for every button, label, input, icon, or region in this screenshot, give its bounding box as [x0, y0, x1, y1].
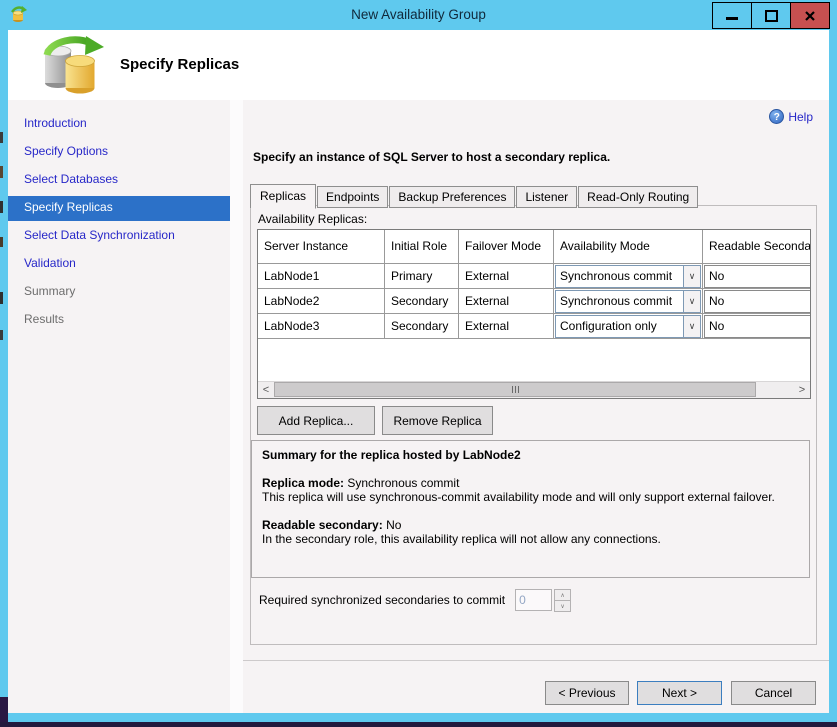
window: New Availability Group	[0, 0, 837, 727]
sidebar-item-specify-options[interactable]: Specify Options	[8, 140, 230, 165]
grid-cell-availability-mode: Synchronous commit ∨	[554, 288, 703, 313]
summary-replica-mode: Replica mode: Synchronous commit This re…	[262, 476, 799, 504]
grid-cell-readable-secondary: No	[703, 263, 810, 288]
tab-listener[interactable]: Listener	[516, 186, 577, 208]
grid-cell-initial-role: Primary	[385, 263, 459, 288]
page-title: Specify Replicas	[120, 56, 239, 73]
title-bar[interactable]: New Availability Group	[0, 0, 837, 30]
readable-secondary-dropdown[interactable]: No	[704, 290, 810, 313]
grid-cell-failover-mode: External	[459, 313, 554, 338]
chevron-down-icon[interactable]: ∨	[683, 316, 700, 337]
desktop-edge	[0, 201, 3, 213]
grid-cell-initial-role: Secondary	[385, 288, 459, 313]
previous-button[interactable]: < Previous	[545, 681, 629, 705]
remove-replica-button[interactable]: Remove Replica	[382, 406, 493, 435]
required-secondaries-input[interactable]: 0	[515, 589, 552, 611]
horizontal-scrollbar[interactable]: < >	[258, 381, 810, 398]
sidebar-item-select-data-synchronization[interactable]: Select Data Synchronization	[8, 224, 230, 249]
replicas-grid: Server Instance Initial Role Failover Mo…	[257, 229, 811, 399]
grid-cell-availability-mode: Configuration only ∨	[554, 313, 703, 338]
chevron-down-icon[interactable]: ∨	[683, 266, 700, 287]
summary-title: Summary for the replica hosted by LabNod…	[262, 448, 799, 462]
column-header-server-instance[interactable]: Server Instance	[258, 230, 385, 263]
column-header-failover-mode[interactable]: Failover Mode	[459, 230, 554, 263]
next-button[interactable]: Next >	[637, 681, 722, 705]
sidebar-item-results: Results	[8, 308, 230, 333]
sidebar-divider	[230, 100, 244, 713]
readable-secondary-dropdown[interactable]: No	[704, 265, 810, 288]
add-replica-button[interactable]: Add Replica...	[257, 406, 375, 435]
availability-mode-dropdown[interactable]: Synchronous commit ∨	[555, 265, 701, 288]
sidebar-item-introduction[interactable]: Introduction	[8, 112, 230, 137]
desktop-edge	[0, 237, 3, 247]
grid-cell-readable-secondary: No	[703, 288, 810, 313]
sidebar-item-validation[interactable]: Validation	[8, 252, 230, 277]
tab-read-only-routing[interactable]: Read-Only Routing	[578, 186, 698, 208]
close-button[interactable]	[790, 3, 829, 28]
availability-mode-dropdown[interactable]: Configuration only ∨	[555, 315, 701, 338]
desktop-edge	[0, 166, 3, 178]
grid-cell-failover-mode: External	[459, 288, 554, 313]
footer-divider	[243, 660, 829, 661]
grid-cell-server-instance: LabNode1	[258, 263, 385, 288]
scrollbar-track[interactable]	[274, 382, 794, 398]
column-header-initial-role[interactable]: Initial Role	[385, 230, 459, 263]
tab-replicas[interactable]: Replicas	[250, 184, 316, 209]
wizard-content: ? Help Specify an instance of SQL Server…	[243, 100, 829, 713]
scrollbar-thumb[interactable]	[274, 382, 756, 397]
desktop-edge	[0, 132, 3, 143]
wizard-header: Specify Replicas	[8, 30, 829, 100]
close-icon	[804, 10, 816, 22]
summary-readable-secondary: Readable secondary: No In the secondary …	[262, 518, 799, 546]
required-secondaries-label: Required synchronized secondaries to com…	[259, 593, 505, 607]
wizard-dialog: Specify Replicas Introduction Specify Op…	[8, 30, 829, 713]
sidebar-item-specify-replicas[interactable]: Specify Replicas	[8, 196, 230, 221]
minimize-icon	[726, 17, 738, 20]
scroll-left-icon[interactable]: <	[258, 382, 274, 398]
window-controls	[712, 2, 830, 29]
grid-cell-failover-mode: External	[459, 263, 554, 288]
instruction-text: Specify an instance of SQL Server to hos…	[253, 150, 610, 164]
availability-replicas-label: Availability Replicas:	[258, 212, 367, 226]
sidebar-item-select-databases[interactable]: Select Databases	[8, 168, 230, 193]
scroll-right-icon[interactable]: >	[794, 382, 810, 398]
tab-backup-preferences[interactable]: Backup Preferences	[389, 186, 515, 208]
required-secondaries-row: Required synchronized secondaries to com…	[259, 589, 571, 611]
grid-cell-availability-mode: Synchronous commit ∨	[554, 263, 703, 288]
desktop-bottom-edge	[0, 722, 837, 727]
cancel-button[interactable]: Cancel	[731, 681, 816, 705]
replica-summary-panel: Summary for the replica hosted by LabNod…	[251, 440, 810, 578]
help-label: Help	[788, 110, 813, 124]
replicas-tab-panel: Availability Replicas: Server Instance I…	[250, 205, 817, 645]
readable-secondary-dropdown[interactable]: No	[704, 315, 810, 338]
minimize-button[interactable]	[713, 3, 751, 28]
desktop-edge	[0, 292, 3, 304]
grid-cell-initial-role: Secondary	[385, 313, 459, 338]
wizard-body: Introduction Specify Options Select Data…	[8, 100, 829, 713]
grid-cell-readable-secondary: No	[703, 313, 810, 338]
grid-cell-server-instance: LabNode2	[258, 288, 385, 313]
spin-down-icon[interactable]: ∨	[554, 600, 571, 612]
column-header-availability-mode[interactable]: Availability Mode	[554, 230, 703, 263]
maximize-icon	[765, 10, 778, 22]
tab-bar: Replicas Endpoints Backup Preferences Li…	[250, 183, 699, 208]
column-header-readable-secondary[interactable]: Readable Secondary	[703, 230, 810, 263]
maximize-button[interactable]	[751, 3, 790, 28]
tab-endpoints[interactable]: Endpoints	[317, 186, 388, 208]
help-icon: ?	[769, 109, 784, 124]
help-link[interactable]: ? Help	[769, 109, 813, 124]
sidebar-item-summary: Summary	[8, 280, 230, 305]
wizard-steps-sidebar: Introduction Specify Options Select Data…	[8, 100, 230, 713]
replicas-database-sync-icon	[34, 35, 110, 97]
chevron-down-icon[interactable]: ∨	[683, 291, 700, 312]
grid-cell-server-instance: LabNode3	[258, 313, 385, 338]
desktop-edge	[0, 330, 3, 340]
availability-mode-dropdown[interactable]: Synchronous commit ∨	[555, 290, 701, 313]
required-secondaries-stepper: ∧ ∨	[554, 589, 571, 611]
